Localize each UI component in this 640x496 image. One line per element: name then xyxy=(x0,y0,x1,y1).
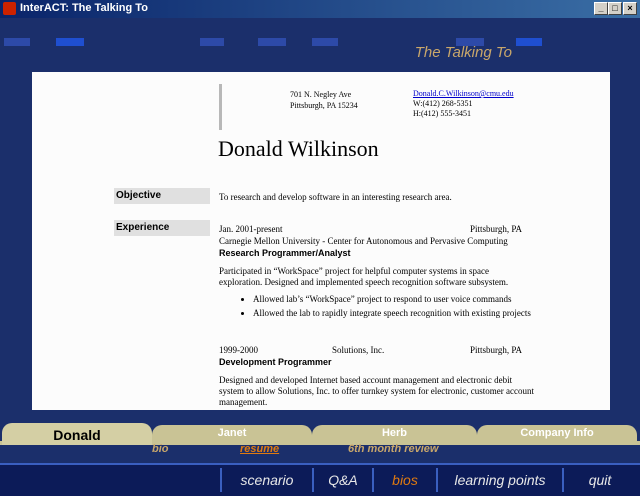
contact-block: Donald.C.Wilkinson@cmu.edu W:(412) 268-5… xyxy=(413,89,514,119)
subtab-bio[interactable]: bio xyxy=(152,443,169,455)
header-divider xyxy=(219,84,222,130)
close-button[interactable]: × xyxy=(623,2,637,15)
home-phone: H:(412) 555-3451 xyxy=(413,109,471,118)
objective-text: To research and develop software in an i… xyxy=(219,192,452,202)
nav-scenario[interactable]: scenario xyxy=(222,469,312,491)
resume-document: 701 N. Negley Ave Pittsburgh, PA 15234 D… xyxy=(32,72,610,410)
job-bullet: Allowed lab’s “WorkSpace” project to res… xyxy=(253,294,563,305)
job-company: Solutions, Inc. xyxy=(332,345,385,355)
job-org: Carnegie Mellon University - Center for … xyxy=(219,236,508,246)
work-phone: W:(412) 268-5351 xyxy=(413,99,473,108)
person-tabs: Donald Janet Herb Company Info bio resum… xyxy=(0,423,640,463)
job-bullets: Allowed lab’s “WorkSpace” project to res… xyxy=(219,294,563,322)
tab-donald[interactable]: Donald xyxy=(2,423,152,445)
experience-label: Experience xyxy=(114,220,210,236)
minimize-button[interactable]: _ xyxy=(594,2,608,15)
resume-name: Donald Wilkinson xyxy=(218,136,379,161)
job-title: Development Programmer xyxy=(219,357,332,367)
address-line: 701 N. Negley Ave xyxy=(290,90,352,99)
header-title: The Talking To xyxy=(414,44,512,61)
tab-herb[interactable]: Herb xyxy=(312,425,477,441)
job-location: Pittsburgh, PA xyxy=(470,345,523,355)
nav-qa[interactable]: Q&A xyxy=(314,469,372,491)
address-block: 701 N. Negley Ave Pittsburgh, PA 15234 xyxy=(290,89,358,111)
job-location: Pittsburgh, PA xyxy=(470,224,523,234)
job-bullet: Allowed the lab to rapidly integrate spe… xyxy=(253,308,563,319)
job-description: Participated in “WorkSpace” project for … xyxy=(219,266,509,287)
email-link[interactable]: Donald.C.Wilkinson@cmu.edu xyxy=(413,89,514,99)
subtab-resume[interactable]: resume xyxy=(240,443,279,455)
decor-block xyxy=(4,38,30,46)
bottom-nav: scenario Q&A bios learning points quit xyxy=(0,463,640,496)
nav-learning-points[interactable]: learning points xyxy=(438,469,562,491)
decor-block xyxy=(312,38,338,46)
window-title: InterACT: The Talking To xyxy=(20,2,148,14)
job-dates: Jan. 2001-present xyxy=(219,224,283,234)
app-icon xyxy=(3,2,16,15)
objective-label: Objective xyxy=(114,188,210,204)
decor-block xyxy=(200,38,224,46)
decor-block xyxy=(56,38,84,46)
decor-block xyxy=(258,38,286,46)
job-dates: 1999-2000 xyxy=(219,345,258,355)
window-titlebar: InterACT: The Talking To _ □ × xyxy=(0,0,640,18)
tab-janet[interactable]: Janet xyxy=(152,425,312,441)
subtab-6th-month-review[interactable]: 6th month review xyxy=(348,443,438,455)
address-line: Pittsburgh, PA 15234 xyxy=(290,101,358,110)
nav-quit[interactable]: quit xyxy=(564,469,636,491)
job-title: Research Programmer/Analyst xyxy=(219,248,351,258)
nav-bios[interactable]: bios xyxy=(374,469,436,491)
tab-company-info[interactable]: Company Info xyxy=(477,425,637,441)
decor-block xyxy=(516,38,542,46)
header-band xyxy=(0,18,640,70)
maximize-button[interactable]: □ xyxy=(608,2,622,15)
job-description: Designed and developed Internet based ac… xyxy=(219,375,535,407)
